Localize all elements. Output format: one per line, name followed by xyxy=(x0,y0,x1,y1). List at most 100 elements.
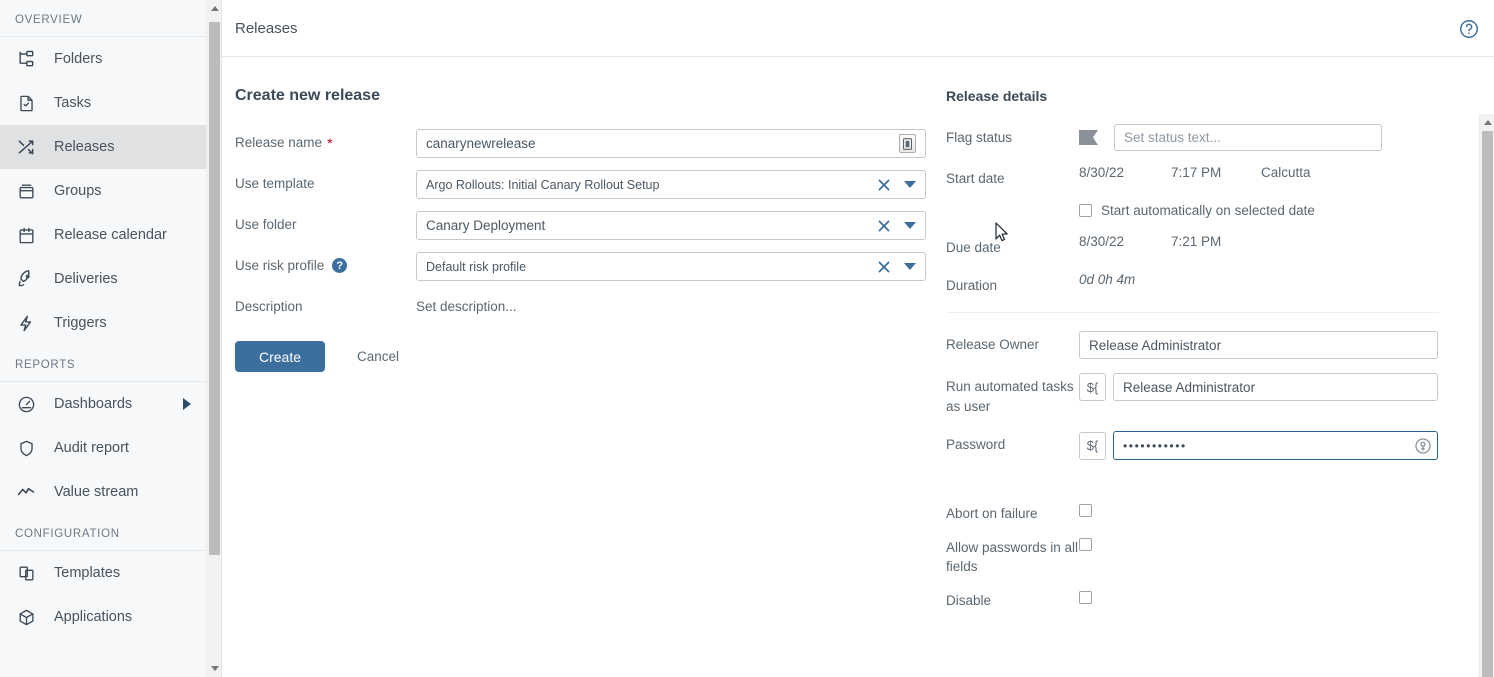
sidebar-item-groups[interactable]: Groups xyxy=(0,169,221,213)
chevron-down-icon[interactable] xyxy=(904,181,916,188)
release-name-input[interactable]: canarynewrelease xyxy=(416,129,926,158)
due-date-value[interactable]: 8/30/22 xyxy=(1079,234,1171,249)
key-icon[interactable] xyxy=(1415,437,1431,454)
sidebar-scrollbar-thumb[interactable] xyxy=(209,22,220,555)
field-label: Use template xyxy=(235,176,315,191)
disable-notifications-checkbox[interactable] xyxy=(1079,591,1092,604)
field-use-folder: Use folder Canary Deployment xyxy=(235,211,946,240)
app-root: OVERVIEW Folders Tasks Releases Groups R… xyxy=(0,0,1494,677)
input-value: canarynewrelease xyxy=(426,136,536,151)
groups-icon xyxy=(15,180,37,202)
status-text-input[interactable]: Set status text... xyxy=(1114,124,1382,151)
sidebar-section-configuration: CONFIGURATION xyxy=(15,528,120,540)
sidebar-item-label: Groups xyxy=(54,183,102,199)
run-as-user-input[interactable]: Release Administrator xyxy=(1113,373,1438,401)
sidebar-item-audit-report[interactable]: Audit report xyxy=(0,426,221,470)
due-time-value[interactable]: 7:21 PM xyxy=(1171,234,1261,249)
field-duration: Duration 0d 0h 4m xyxy=(946,272,1494,296)
content-scrollbar[interactable] xyxy=(1479,114,1494,677)
releases-icon xyxy=(15,136,37,158)
start-date-value[interactable]: 8/30/22 xyxy=(1079,165,1171,180)
flag-icon[interactable] xyxy=(1079,130,1103,145)
field-password: Password ${ ••••••••••• xyxy=(946,431,1494,460)
cancel-button[interactable]: Cancel xyxy=(351,348,405,365)
field-release-owner: Release Owner Release Administrator xyxy=(946,331,1494,359)
main-area: Releases Create new release Release name… xyxy=(222,0,1494,677)
sidebar-scrollbar[interactable] xyxy=(206,0,221,677)
abort-on-failure-checkbox[interactable] xyxy=(1079,504,1092,517)
password-input[interactable]: ••••••••••• xyxy=(1113,431,1438,460)
chevron-down-icon[interactable] xyxy=(904,222,916,229)
sidebar-item-dashboards[interactable]: Dashboards xyxy=(0,382,221,426)
close-x-icon[interactable] xyxy=(876,218,892,234)
checkbox-label: Start automatically on selected date xyxy=(1101,203,1315,218)
use-template-select[interactable]: Argo Rollouts: Initial Canary Rollout Se… xyxy=(416,170,926,199)
calendar-icon xyxy=(15,224,37,246)
field-description: Description Set description... xyxy=(235,293,946,321)
close-x-icon[interactable] xyxy=(876,259,892,275)
sidebar-item-folders[interactable]: Folders xyxy=(0,37,221,81)
scroll-up-arrow[interactable] xyxy=(1480,114,1494,131)
chevron-right-icon[interactable] xyxy=(183,398,191,410)
sidebar-item-label: Templates xyxy=(54,565,121,581)
release-owner-input[interactable]: Release Administrator xyxy=(1079,331,1438,359)
field-label: Run automated tasks as user xyxy=(946,379,1074,414)
top-bar: Releases xyxy=(222,0,1494,57)
variable-insert-button[interactable]: ${ xyxy=(1079,373,1106,401)
field-label: Start date xyxy=(946,171,1005,186)
use-folder-select[interactable]: Canary Deployment xyxy=(416,211,926,240)
input-value: Release Administrator xyxy=(1089,337,1222,353)
sidebar: OVERVIEW Folders Tasks Releases Groups R… xyxy=(0,0,222,677)
sidebar-item-templates[interactable]: Templates xyxy=(0,551,221,595)
field-flag-status: Flag status Set status text... xyxy=(946,124,1494,151)
release-details-title: Release details xyxy=(946,88,1048,104)
page-title: Releases xyxy=(235,19,298,37)
field-label: Duration xyxy=(946,278,998,293)
sidebar-item-label: Deliveries xyxy=(54,271,118,287)
field-use-risk-profile: Use risk profile ? Default risk profile xyxy=(235,252,946,281)
field-run-as-user: Run automated tasks as user ${ Release A… xyxy=(946,373,1494,417)
variable-insert-button[interactable]: ${ xyxy=(1079,431,1106,460)
trend-icon xyxy=(15,481,37,503)
use-risk-profile-select[interactable]: Default risk profile xyxy=(416,252,926,281)
required-marker: * xyxy=(327,134,333,151)
package-icon xyxy=(15,606,37,628)
sidebar-item-applications[interactable]: Applications xyxy=(0,595,221,639)
form-title: Create new release xyxy=(235,87,380,104)
form-actions: Create Cancel xyxy=(235,341,946,372)
field-start-date: Start date 8/30/22 7:17 PM Calcutta xyxy=(946,165,1494,189)
help-circle-icon[interactable]: ? xyxy=(332,258,348,273)
start-timezone-value[interactable]: Calcutta xyxy=(1261,165,1311,180)
start-automatically-checkbox[interactable] xyxy=(1079,204,1092,217)
field-start-automatically: Start automatically on selected date xyxy=(1079,203,1494,218)
sidebar-item-tasks[interactable]: Tasks xyxy=(0,81,221,125)
field-use-template: Use template Argo Rollouts: Initial Cana… xyxy=(235,170,946,199)
sidebar-section-overview: OVERVIEW xyxy=(15,14,83,26)
create-button[interactable]: Create xyxy=(235,341,326,372)
sidebar-item-label: Triggers xyxy=(54,315,107,331)
variable-icon[interactable] xyxy=(899,134,916,153)
sidebar-item-deliveries[interactable]: Deliveries xyxy=(0,257,221,301)
content-area: Create new release Release name * canary… xyxy=(222,57,1494,677)
tasks-icon xyxy=(15,92,37,114)
content-scrollbar-thumb[interactable] xyxy=(1482,131,1493,677)
sidebar-item-releases[interactable]: Releases xyxy=(0,125,221,169)
scroll-up-arrow[interactable] xyxy=(207,0,221,17)
lightning-icon xyxy=(15,312,37,334)
scroll-down-arrow[interactable] xyxy=(207,660,221,677)
set-description-link[interactable]: Set description... xyxy=(416,293,517,314)
field-label: Flag status xyxy=(946,130,1013,145)
sidebar-item-value-stream[interactable]: Value stream xyxy=(0,470,221,514)
allow-passwords-checkbox[interactable] xyxy=(1079,538,1092,551)
help-circle-icon[interactable] xyxy=(1458,18,1480,40)
close-x-icon[interactable] xyxy=(876,177,892,193)
field-label: Use risk profile ? xyxy=(235,252,416,273)
chevron-down-icon[interactable] xyxy=(904,263,916,270)
sidebar-item-label: Dashboards xyxy=(54,396,133,412)
sidebar-item-release-calendar[interactable]: Release calendar xyxy=(0,213,221,257)
field-label: Due date xyxy=(946,240,1001,255)
sidebar-item-triggers[interactable]: Triggers xyxy=(0,301,221,345)
gauge-icon xyxy=(15,393,37,415)
start-time-value[interactable]: 7:17 PM xyxy=(1171,165,1261,180)
templates-icon xyxy=(15,562,37,584)
